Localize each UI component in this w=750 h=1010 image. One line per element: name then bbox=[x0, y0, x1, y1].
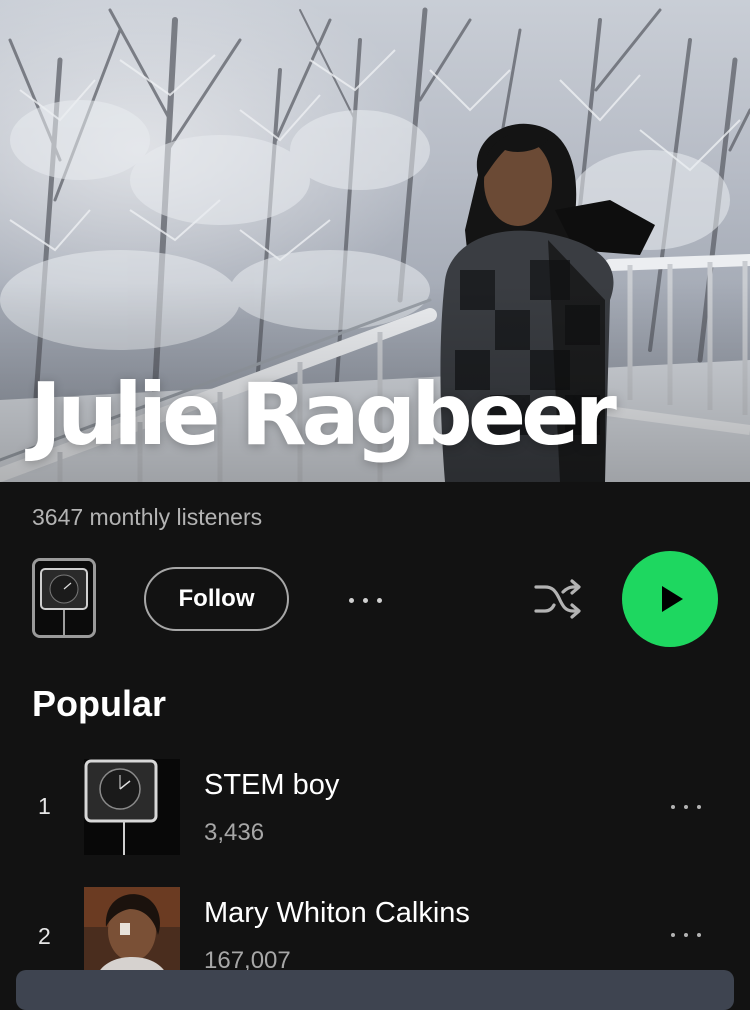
track-play-count: 3,436 bbox=[204, 819, 265, 846]
track-rank: 1 bbox=[38, 793, 51, 819]
track-rank: 2 bbox=[38, 923, 51, 949]
mini-player-bar[interactable] bbox=[16, 970, 734, 1010]
track-row[interactable]: 1 STEM boy 3,436 bbox=[0, 759, 750, 855]
popular-section-title: Popular bbox=[32, 683, 167, 724]
track-title: STEM boy bbox=[204, 769, 340, 801]
track-artwork bbox=[84, 759, 180, 855]
more-options-button[interactable] bbox=[335, 580, 395, 620]
artist-name: Julie Ragbeer bbox=[30, 365, 617, 465]
track-row[interactable]: 2 Mary Whiton Calkins 167,007 bbox=[0, 887, 750, 983]
clock-art-icon bbox=[35, 561, 93, 635]
shuffle-button[interactable] bbox=[530, 574, 586, 624]
artist-header-image: Julie Ragbeer bbox=[0, 0, 750, 482]
track-more-button[interactable] bbox=[658, 792, 714, 822]
shuffle-icon bbox=[534, 579, 581, 619]
portrait-art-icon bbox=[84, 887, 180, 983]
play-icon bbox=[662, 586, 683, 612]
more-options-icon bbox=[348, 597, 382, 603]
track-title: Mary Whiton Calkins bbox=[204, 897, 470, 929]
track-more-button[interactable] bbox=[658, 920, 714, 950]
clock-art-icon bbox=[84, 759, 180, 855]
artist-preview-thumbnail[interactable] bbox=[32, 558, 96, 638]
more-options-icon bbox=[671, 805, 701, 809]
more-options-icon bbox=[671, 933, 701, 937]
monthly-listeners: 3647 monthly listeners bbox=[32, 504, 263, 530]
follow-button[interactable]: Follow bbox=[144, 567, 289, 631]
track-artwork bbox=[84, 887, 180, 983]
play-button[interactable] bbox=[622, 551, 718, 647]
